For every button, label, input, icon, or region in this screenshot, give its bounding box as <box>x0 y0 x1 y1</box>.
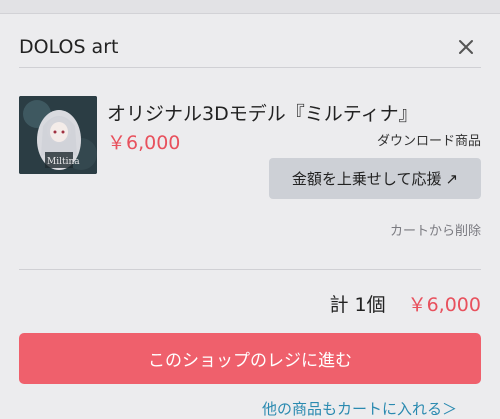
checkout-button[interactable]: このショップのレジに進む <box>19 333 481 384</box>
thumb-text: Miltina <box>47 157 80 167</box>
product-title[interactable]: オリジナル3Dモデル『ミルティナ』 <box>107 99 418 126</box>
product-price: ￥6,000 <box>107 132 181 154</box>
total-price: ￥6,000 <box>407 294 481 316</box>
external-arrow-icon: ↗ <box>445 169 459 188</box>
top-bar <box>0 0 500 14</box>
tip-button-label: 金額を上乗せして応援 <box>291 170 442 188</box>
cart-total: 計 1個 ￥6,000 <box>329 290 481 317</box>
tip-button[interactable]: 金額を上乗せして応援 ↗ <box>269 158 481 199</box>
checkout-button-label: このショップのレジに進む <box>148 351 352 371</box>
cart-item: Miltina オリジナル3Dモデル『ミルティナ』 ￥6,000 ダウンロード商… <box>19 96 481 266</box>
close-icon <box>459 40 473 54</box>
product-thumbnail[interactable]: Miltina <box>19 96 97 174</box>
divider <box>19 269 481 270</box>
remove-from-cart-link[interactable]: カートから削除 <box>390 220 481 239</box>
close-button[interactable] <box>453 34 479 60</box>
total-count: 計 1個 <box>329 294 386 316</box>
product-type-label: ダウンロード商品 <box>376 134 481 149</box>
shop-header: DOLOS art <box>19 24 481 68</box>
shop-name: DOLOS art <box>19 36 119 58</box>
product-image: Miltina <box>19 96 97 174</box>
